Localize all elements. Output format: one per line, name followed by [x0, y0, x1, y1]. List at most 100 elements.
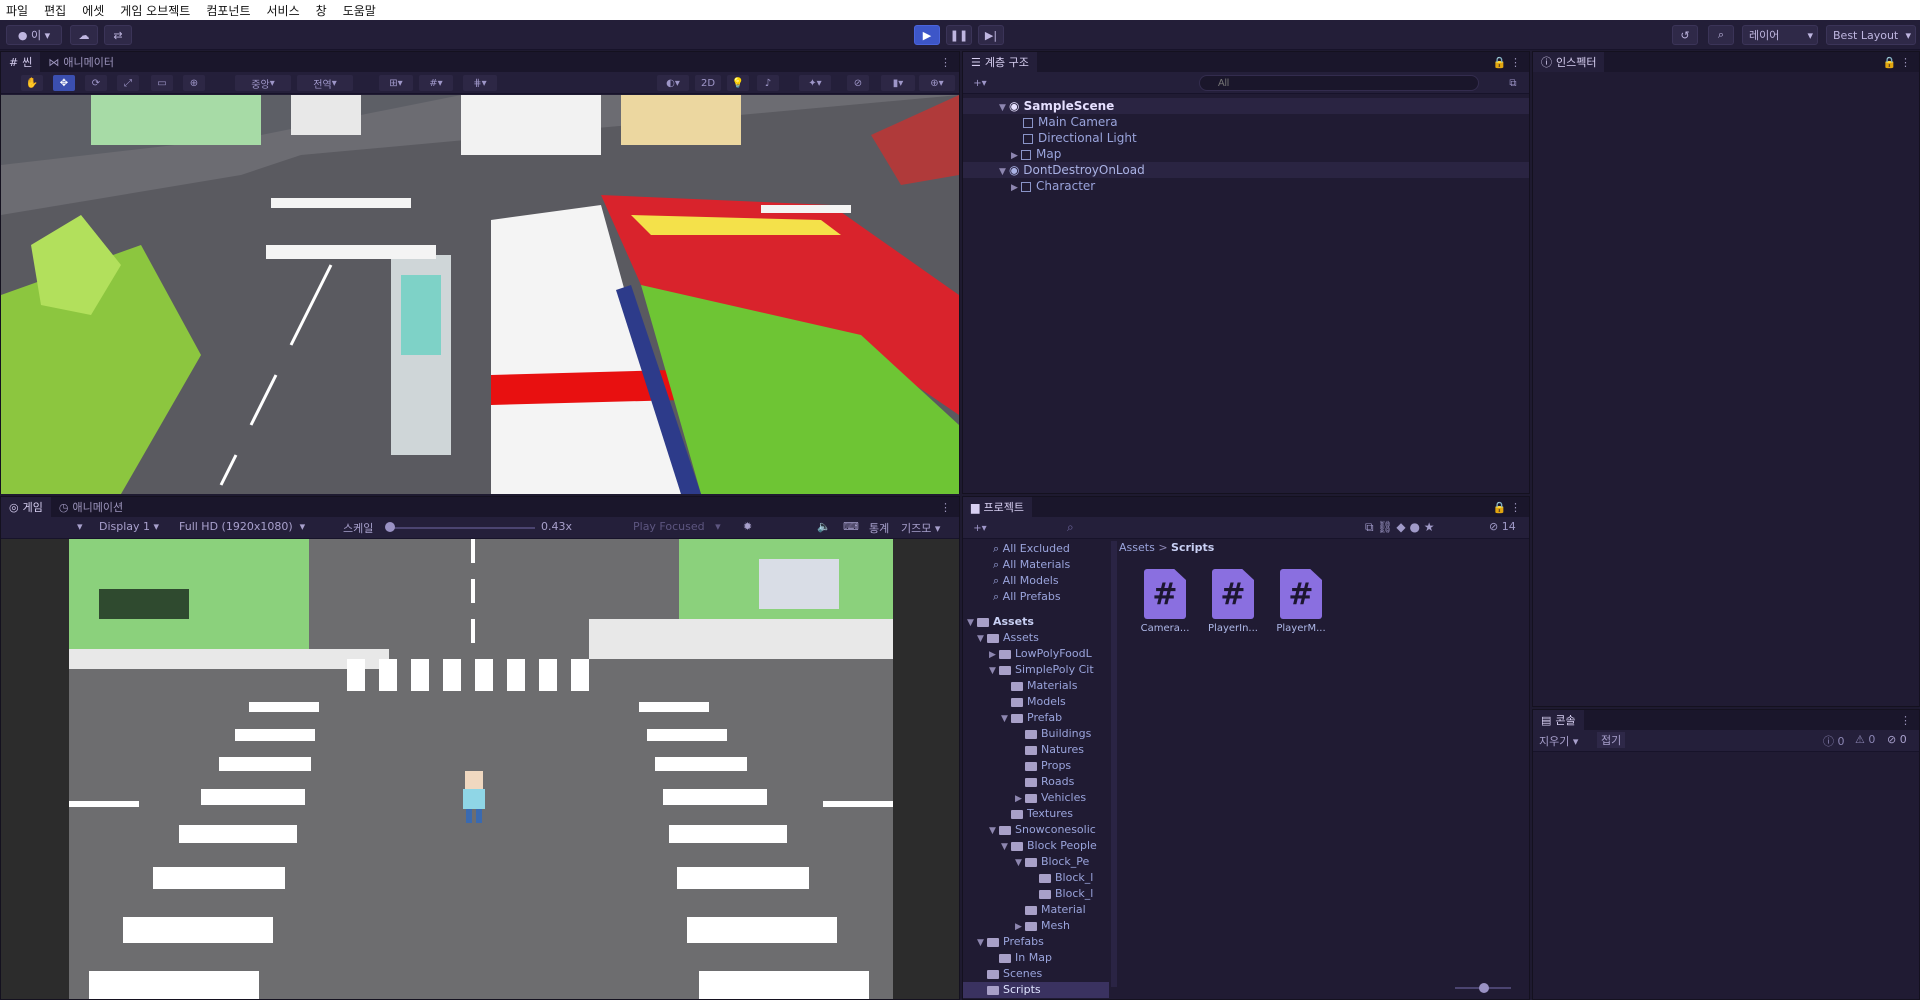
stats-button[interactable]: 통계 — [869, 520, 889, 536]
clear-dropdown[interactable]: 지우기 ▾ — [1539, 733, 1578, 749]
transform-tool-icon[interactable]: ⊕ — [183, 75, 205, 91]
rotate-tool-icon[interactable]: ⟳ — [85, 75, 107, 91]
layout-dropdown[interactable]: Best Layout ▾ — [1826, 25, 1916, 45]
move-tool-icon[interactable]: ✥ — [53, 75, 75, 91]
menu-component[interactable]: 컴포넌트 — [206, 2, 250, 19]
hierarchy-item-dontdestroyonload[interactable]: ▼ ◉ DontDestroyOnLoad — [963, 162, 1529, 178]
folder-materials[interactable]: Materials — [963, 678, 1109, 694]
warning-count[interactable]: ⚠ 0 — [1855, 733, 1875, 746]
hand-tool-icon[interactable]: ✋ — [21, 75, 43, 91]
folder-lowpolyfood[interactable]: ▶ LowPolyFoodL — [963, 646, 1109, 662]
scale-tool-icon[interactable]: ⤢ — [117, 75, 139, 91]
lock-icon[interactable]: 🔒 ⋮ — [1883, 56, 1911, 69]
gizmos-icon[interactable]: ⊕▾ — [919, 75, 955, 91]
folder-prefab[interactable]: ▼ Prefab — [963, 710, 1109, 726]
toggle-2d-button[interactable]: 2D — [695, 75, 721, 91]
tab-hierarchy[interactable]: ☰ 계층 구조 — [963, 52, 1037, 72]
favorite-all-excluded[interactable]: ⌕ All Excluded — [963, 541, 1109, 557]
tab-animator[interactable]: ⋈ 애니메이터 — [40, 52, 122, 72]
search-icon[interactable]: ⌕ — [1067, 520, 1074, 535]
folder-textures[interactable]: Textures — [963, 806, 1109, 822]
collapse-button[interactable]: 접기 — [1597, 732, 1626, 748]
folder-scripts[interactable]: Scripts — [963, 982, 1109, 998]
pivot-dropdown[interactable]: 중앙 ▾ — [235, 75, 291, 91]
folder-assets-root[interactable]: ▼ Assets — [963, 614, 1109, 630]
snap-icon[interactable]: ⊞▾ — [379, 75, 413, 91]
more-icon[interactable]: ⋮ — [1900, 714, 1911, 727]
asset-playermovement-script[interactable]: # PlayerM... — [1271, 569, 1331, 634]
tab-animation[interactable]: ◷ 애니메이션 — [51, 497, 131, 517]
search-icon[interactable]: ⌕ — [1708, 25, 1734, 45]
folder-mesh[interactable]: ▶ Mesh — [963, 918, 1109, 934]
folder-assets[interactable]: ▼ Assets — [963, 630, 1109, 646]
folder-block-1[interactable]: Block_l — [963, 870, 1109, 886]
account-dropdown[interactable]: ● 이 ▾ — [6, 25, 62, 45]
tab-inspector[interactable]: ⓘ 인스펙터 — [1533, 52, 1605, 72]
more-icon[interactable]: ⋮ — [940, 501, 951, 514]
mute-icon[interactable]: 🔈 — [817, 520, 831, 533]
play-button[interactable]: ▶ — [914, 25, 940, 45]
resolution-dropdown[interactable]: Full HD (1920x1080) ▾ — [179, 520, 305, 533]
asset-camera-script[interactable]: # Camera... — [1135, 569, 1195, 634]
scene-viewport[interactable] — [1, 95, 959, 494]
draw-mode-icon[interactable]: ◐▾ — [657, 75, 689, 91]
hierarchy-item-map[interactable]: ▶ Map — [963, 146, 1529, 162]
game-tab-dropdown[interactable]: ▾ — [77, 520, 83, 533]
menu-gameobject[interactable]: 게임 오브젝트 — [120, 2, 190, 19]
game-viewport[interactable] — [69, 539, 893, 999]
folder-block-pe[interactable]: ▼ Block_Pe — [963, 854, 1109, 870]
tab-game[interactable]: ◎ 게임 — [1, 497, 51, 517]
folder-prefabs[interactable]: ▼ Prefabs — [963, 934, 1109, 950]
menu-assets[interactable]: 에셋 — [82, 2, 104, 19]
menu-edit[interactable]: 편집 — [44, 2, 66, 19]
bug-icon[interactable]: ✹ — [743, 520, 752, 533]
breadcrumb-assets[interactable]: Assets — [1119, 541, 1155, 554]
asset-playerinput-script[interactable]: # PlayerIn... — [1203, 569, 1263, 634]
layers-dropdown[interactable]: 레이어 ▾ — [1742, 25, 1818, 45]
keyboard-icon[interactable]: ⌨ — [843, 520, 859, 533]
tab-console[interactable]: ▤ 콘솔 — [1533, 710, 1584, 730]
hierarchy-item-samplescene[interactable]: ▼ ◉ SampleScene — [963, 98, 1529, 114]
info-count[interactable]: ⓘ 0 — [1823, 733, 1845, 749]
folder-vehicles[interactable]: ▶ Vehicles — [963, 790, 1109, 806]
lock-icon[interactable]: 🔒 ⋮ — [1493, 501, 1521, 514]
effects-icon[interactable]: ✦▾ — [799, 75, 831, 91]
icon-size-slider-handle[interactable] — [1479, 983, 1489, 993]
gizmos-dropdown[interactable]: 기즈모 ▾ — [901, 520, 940, 536]
menu-services[interactable]: 서비스 — [267, 2, 300, 19]
folder-models[interactable]: Models — [963, 694, 1109, 710]
folder-snowconesolid[interactable]: ▼ Snowconesolic — [963, 822, 1109, 838]
folder-props[interactable]: Props — [963, 758, 1109, 774]
menu-help[interactable]: 도움말 — [343, 2, 376, 19]
display-dropdown[interactable]: Display 1 ▾ — [99, 520, 159, 533]
favorite-all-prefabs[interactable]: ⌕ All Prefabs — [963, 589, 1109, 605]
add-icon[interactable]: +▾ — [967, 75, 993, 91]
folder-in-map[interactable]: In Map — [963, 950, 1109, 966]
menu-file[interactable]: 파일 — [6, 2, 28, 19]
hierarchy-search-input[interactable] — [1199, 75, 1479, 91]
folder-material[interactable]: Material — [963, 902, 1109, 918]
step-button[interactable]: ▶| — [978, 25, 1004, 45]
error-count[interactable]: ⊘ 0 — [1887, 733, 1907, 746]
breadcrumb-scripts[interactable]: Scripts — [1171, 541, 1214, 554]
folder-roads[interactable]: Roads — [963, 774, 1109, 790]
hidden-packages-count[interactable]: ⊘ 14 — [1489, 520, 1516, 533]
favorite-all-materials[interactable]: ⌕ All Materials — [963, 557, 1109, 573]
add-icon[interactable]: +▾ — [967, 520, 993, 536]
hidden-icon[interactable]: ⊘ — [847, 75, 869, 91]
filter-icons[interactable]: ⧉ ⛓ ◆ ● ★ — [1365, 520, 1435, 535]
folder-tree-scrollbar[interactable] — [1111, 541, 1117, 987]
tab-scene[interactable]: # 씬 — [1, 52, 41, 72]
grid-snap-icon[interactable]: #▾ — [419, 75, 453, 91]
folder-scenes[interactable]: Scenes — [963, 966, 1109, 982]
history-icon[interactable]: ↺ — [1672, 25, 1698, 45]
audio-icon[interactable]: ♪ — [757, 75, 779, 91]
scale-slider-handle[interactable] — [385, 522, 395, 532]
menu-window[interactable]: 창 — [316, 2, 327, 19]
folder-block-2[interactable]: Block_l — [963, 886, 1109, 902]
scene-visibility-icon[interactable]: ⧉ — [1503, 75, 1523, 91]
folder-block-people[interactable]: ▼ Block People — [963, 838, 1109, 854]
scale-slider[interactable] — [389, 527, 535, 529]
folder-buildings[interactable]: Buildings — [963, 726, 1109, 742]
hierarchy-item-main-camera[interactable]: Main Camera — [963, 114, 1529, 130]
